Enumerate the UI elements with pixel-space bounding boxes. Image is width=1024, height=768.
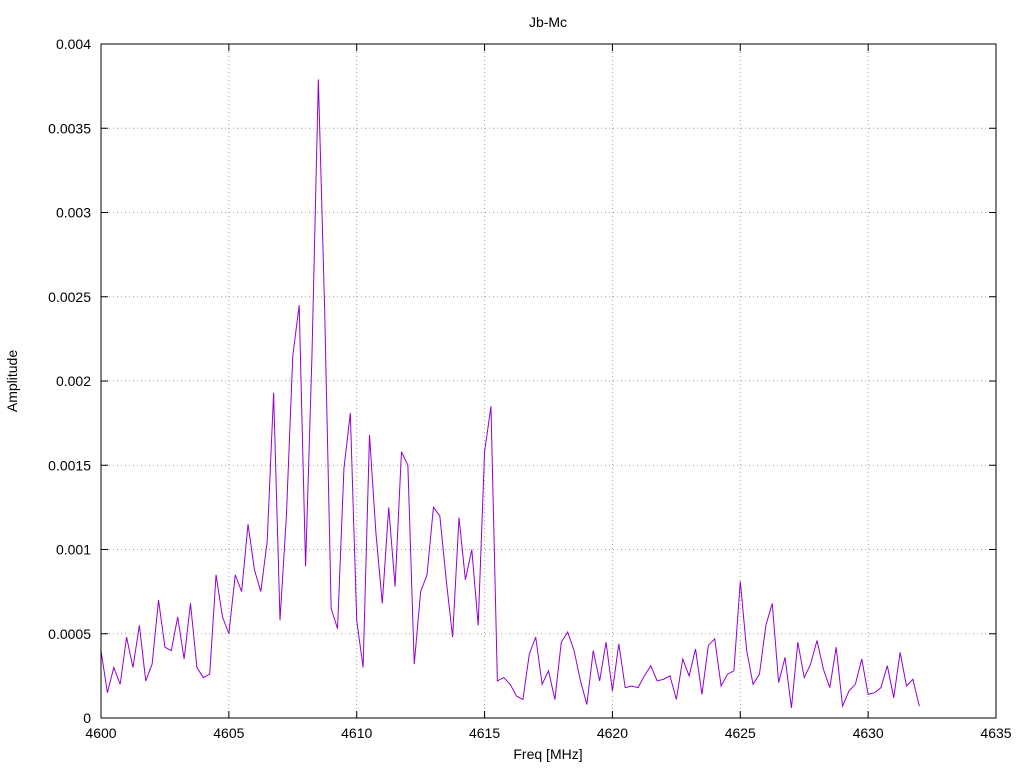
x-tick-label: 4630: [853, 725, 884, 741]
y-tick-label: 0.0015: [48, 457, 91, 473]
x-tick-label: 4615: [469, 725, 500, 741]
x-tick-label: 4605: [213, 725, 244, 741]
x-tick-label: 4600: [85, 725, 116, 741]
x-tick-label: 4625: [725, 725, 756, 741]
y-tick-label: 0: [83, 710, 91, 726]
chart: Jb-Mc Amplitude Freq [MHz] 4600 4605 4610 4…: [4, 14, 1012, 762]
chart-title: Jb-Mc: [529, 14, 567, 30]
y-tick-label: 0.0025: [48, 289, 91, 305]
y-tick-label: 0.001: [56, 542, 91, 558]
tick-labels: 4600 4605 4610 4615 4620 4625 4630 4635 0 0.0005 0…: [48, 36, 1012, 741]
series-layer: [100, 79, 920, 709]
x-tick-label: 4620: [597, 725, 628, 741]
y-tick-label: 0.004: [56, 36, 91, 52]
y-tick-label: 0.0005: [48, 626, 91, 642]
y-axis-label: Amplitude: [4, 350, 20, 412]
x-tick-label: 4635: [980, 725, 1011, 741]
y-tick-label: 0.003: [56, 205, 91, 221]
x-axis-label: Freq [MHz]: [513, 746, 582, 762]
y-tick-label: 0.002: [56, 373, 91, 389]
grid-lines: [101, 44, 996, 718]
y-tick-label: 0.0035: [48, 120, 91, 136]
series-line: [100, 79, 920, 709]
x-tick-label: 4610: [341, 725, 372, 741]
